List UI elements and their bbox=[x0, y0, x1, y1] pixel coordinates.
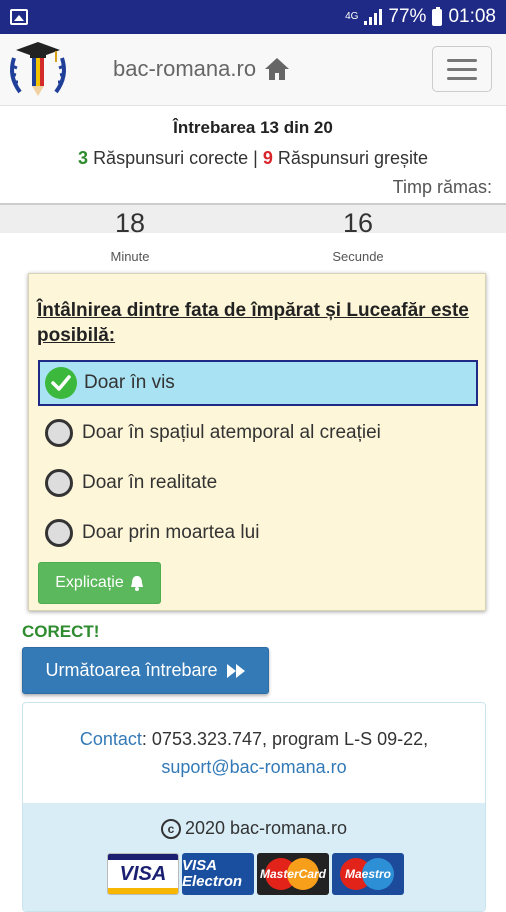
answer-option[interactable]: Doar în realitate bbox=[38, 460, 478, 506]
gallery-icon bbox=[10, 9, 28, 25]
result-text: CORECT! bbox=[22, 622, 100, 641]
footer-bottom: c 2020 bac-romana.ro VISA VISA Electron … bbox=[23, 803, 485, 911]
answer-text: Doar prin moartea lui bbox=[82, 522, 260, 543]
copyright: c 2020 bac-romana.ro bbox=[23, 818, 485, 839]
timer-minutes: 18 bbox=[114, 208, 146, 238]
answer-text: Doar în vis bbox=[84, 372, 175, 393]
clock: 01:08 bbox=[448, 6, 496, 27]
fast-forward-icon bbox=[226, 663, 245, 678]
answer-option[interactable]: Doar în spațiul atemporal al creației bbox=[38, 410, 478, 456]
question-panel: Întâlnirea dintre fata de împărat și Luc… bbox=[28, 273, 486, 611]
answer-option[interactable]: Doar prin moartea lui bbox=[38, 510, 478, 556]
network-type: 4G bbox=[345, 11, 359, 22]
site-logo[interactable] bbox=[4, 38, 72, 100]
check-icon bbox=[45, 367, 77, 399]
maestro-logo: Maestro bbox=[332, 853, 404, 895]
visa-card-logo: VISA bbox=[107, 853, 179, 895]
question-text: Întâlnirea dintre fata de împărat și Luc… bbox=[37, 300, 469, 346]
explanation-label: Explicație bbox=[55, 574, 124, 591]
radio-icon bbox=[45, 519, 73, 547]
timer-seconds-label: Secunde bbox=[332, 249, 384, 264]
wrong-count: 9 bbox=[262, 148, 273, 168]
radio-icon bbox=[45, 469, 73, 497]
correct-label: Răspunsuri corecte bbox=[93, 148, 249, 168]
battery-icon bbox=[432, 6, 443, 26]
score-line: 3 Răspunsuri corecte | 9 Răspunsuri greș… bbox=[0, 148, 506, 169]
wrong-label: Răspunsuri greșite bbox=[277, 148, 428, 168]
contact-text: : 0753.323.747, program L-S 09-22, bbox=[141, 729, 429, 749]
footer: Contact: 0753.323.747, program L-S 09-22… bbox=[22, 702, 486, 912]
mastercard-logo: MasterCard bbox=[257, 853, 329, 895]
next-question-button[interactable]: Următoarea întrebare bbox=[22, 647, 269, 694]
answer-text: Doar în spațiul atemporal al creației bbox=[82, 422, 381, 443]
copyright-icon: c bbox=[160, 818, 181, 839]
visa-electron-card-logo: VISA Electron bbox=[182, 853, 254, 895]
contact-link[interactable]: Contact bbox=[80, 729, 142, 749]
payment-cards: VISA VISA Electron MasterCard Maestro bbox=[107, 853, 404, 895]
brand-text: bac-romana.ro bbox=[113, 56, 257, 81]
menu-toggle-button[interactable] bbox=[432, 46, 492, 92]
contact-info: Contact: 0753.323.747, program L-S 09-22… bbox=[23, 725, 485, 781]
answer-text: Doar în realitate bbox=[82, 472, 218, 493]
battery-percent: 77% bbox=[388, 6, 427, 27]
status-bar: 4G 77% 01:08 bbox=[0, 0, 506, 34]
hamburger-icon bbox=[447, 58, 477, 62]
navbar: bac-romana.ro bbox=[0, 34, 506, 106]
home-icon bbox=[265, 58, 290, 80]
email-link[interactable]: suport@bac-romana.ro bbox=[161, 757, 346, 777]
radio-icon bbox=[45, 419, 73, 447]
copyright-text: 2020 bac-romana.ro bbox=[184, 818, 348, 838]
time-left-label: Timp rămas: bbox=[392, 177, 492, 197]
explanation-button[interactable]: Explicație bbox=[38, 562, 161, 604]
score-separator: | bbox=[253, 148, 258, 168]
timer-seconds: 16 bbox=[342, 208, 374, 238]
question-counter: Întrebarea 13 din 20 bbox=[173, 118, 333, 137]
correct-count: 3 bbox=[78, 148, 89, 168]
timer-minutes-label: Minute bbox=[110, 249, 150, 264]
answer-option[interactable]: Doar în vis bbox=[38, 360, 478, 406]
next-question-label: Următoarea întrebare bbox=[45, 660, 218, 680]
brand-link[interactable]: bac-romana.ro bbox=[113, 56, 290, 82]
signal-icon bbox=[364, 9, 383, 25]
bell-icon bbox=[130, 576, 143, 591]
